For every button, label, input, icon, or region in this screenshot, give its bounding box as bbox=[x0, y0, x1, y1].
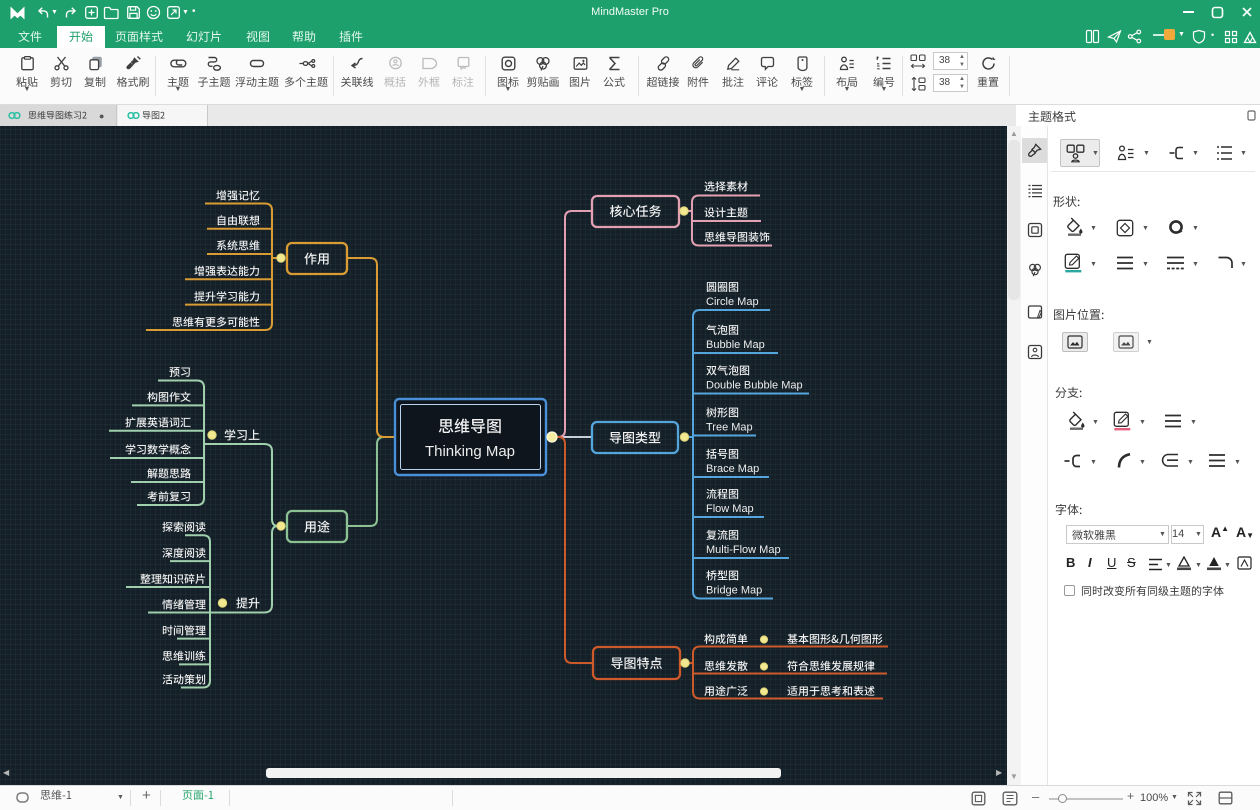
svg-text:Bridge Map: Bridge Map bbox=[706, 585, 762, 597]
svg-text:Bubble Map: Bubble Map bbox=[706, 339, 765, 351]
svg-text:Tree Map: Tree Map bbox=[706, 422, 753, 434]
svg-text:Double Bubble Map: Double Bubble Map bbox=[706, 380, 803, 392]
svg-text:Brace Map: Brace Map bbox=[706, 463, 759, 475]
svg-text:Multi-Flow Map: Multi-Flow Map bbox=[706, 544, 781, 556]
svg-text:Thinking Map: Thinking Map bbox=[425, 443, 515, 460]
svg-text:Flow Map: Flow Map bbox=[706, 503, 754, 515]
svg-text:Circle Map: Circle Map bbox=[706, 296, 759, 308]
